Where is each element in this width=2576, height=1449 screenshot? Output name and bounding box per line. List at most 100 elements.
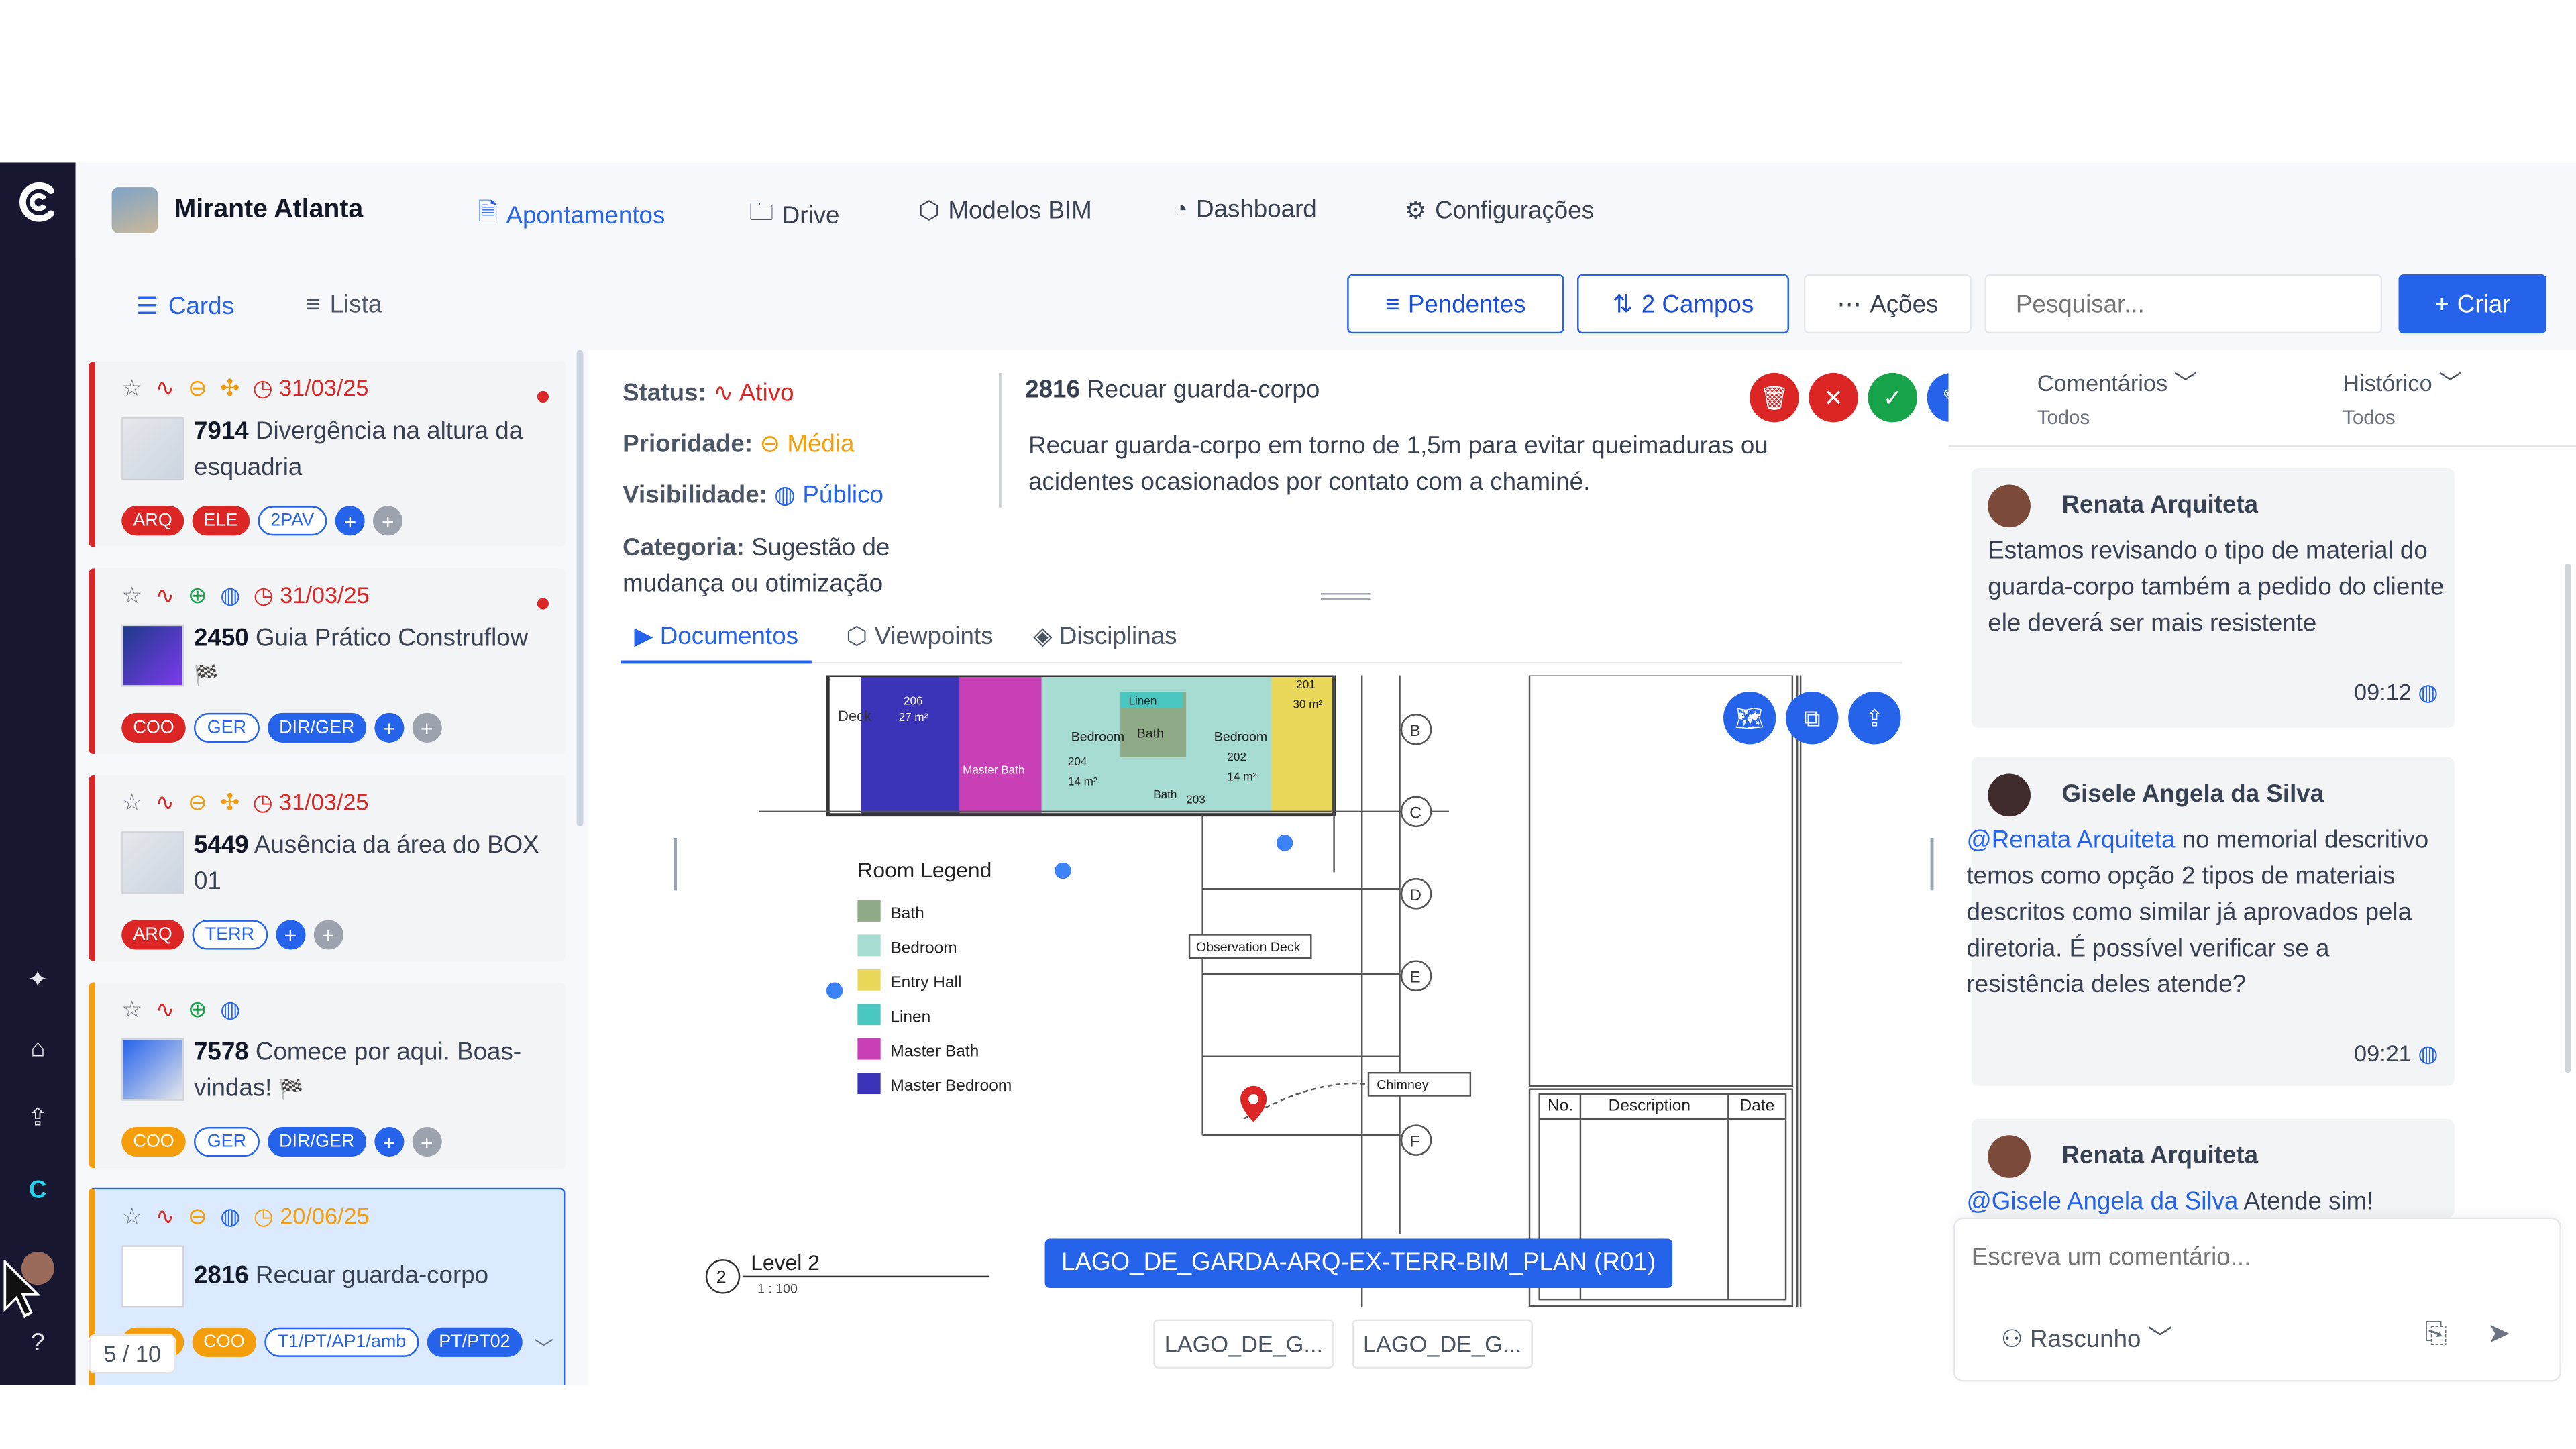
list-item[interactable]: ☆ ∿ ⊖ ✣ ◷ 31/03/25 7914 Divergência na altur… bbox=[89, 361, 566, 547]
comment-mention[interactable]: @Renata Arquiteta bbox=[1966, 826, 2175, 855]
criar-label: Criar bbox=[2457, 290, 2511, 318]
approve-button[interactable]: ✓ bbox=[1868, 372, 1917, 423]
sparkle-icon[interactable]: ✦ bbox=[21, 963, 54, 996]
card-thumbnail bbox=[121, 624, 184, 687]
tag[interactable]: COO bbox=[192, 1327, 256, 1357]
viewer-map-button[interactable]: 🗺 bbox=[1723, 692, 1776, 745]
viewer-upload-button[interactable]: ⇪ bbox=[1848, 692, 1901, 745]
list-item[interactable]: ☆ ∿ ⊕ ◍ 7578 Comece por aqui. Boas-vindas! … bbox=[89, 982, 566, 1169]
panel-splitter-left[interactable] bbox=[674, 837, 677, 891]
globe-icon: ◍ bbox=[2418, 1040, 2438, 1067]
campos-button[interactable]: ⇅ 2 Campos bbox=[1577, 274, 1789, 334]
upload-icon[interactable]: ⇪ bbox=[21, 1101, 54, 1134]
star-icon[interactable]: ☆ bbox=[121, 582, 142, 610]
tab-configuracoes[interactable]: ⚙ Configurações bbox=[1405, 195, 1594, 225]
comments-filter[interactable]: Comentários ﹀ bbox=[2037, 366, 2197, 399]
reject-button[interactable]: ✕ bbox=[1809, 372, 1858, 423]
tab-disciplinas[interactable]: ◈ Disciplinas bbox=[1033, 621, 1177, 651]
tag[interactable]: 2PAV bbox=[257, 506, 327, 536]
view-list-label: Lista bbox=[329, 290, 382, 319]
acoes-button[interactable]: ⋯ Ações bbox=[1804, 274, 1972, 334]
due-date-text: 20/06/25 bbox=[280, 1202, 370, 1229]
add-user-button[interactable]: + bbox=[412, 1127, 442, 1157]
globe-icon: ◍ bbox=[220, 996, 241, 1022]
tag[interactable]: COO bbox=[121, 1127, 186, 1157]
checkered-flag-icon: 🏁 bbox=[278, 1077, 304, 1101]
comment-author: Renata Arquiteta bbox=[2061, 1142, 2259, 1170]
add-tag-button[interactable]: + bbox=[335, 506, 366, 536]
tab-apontamentos[interactable]: 🗎 Apontamentos bbox=[478, 195, 665, 236]
add-user-button[interactable]: + bbox=[412, 712, 442, 743]
star-icon[interactable]: ☆ bbox=[121, 1203, 142, 1231]
help-marker-icon[interactable] bbox=[1055, 862, 1071, 879]
history-filter[interactable]: Histórico ﹀ bbox=[2343, 366, 2461, 399]
document-tab[interactable]: LAGO_DE_G... bbox=[1352, 1319, 1533, 1369]
tab-drive[interactable]: 🗀 Drive bbox=[749, 195, 840, 236]
level-number: 2 bbox=[716, 1267, 727, 1287]
help-icon[interactable]: ? bbox=[21, 1326, 54, 1358]
viewer-copy-button[interactable]: ⧉ bbox=[1786, 692, 1839, 745]
globe-icon: ◍ bbox=[220, 581, 241, 608]
chart-icon: ◔ bbox=[1173, 195, 1188, 224]
list-item[interactable]: ☆ ∿ ⊖ ✣ ◷ 31/03/25 5449 Ausência da área do … bbox=[89, 775, 566, 961]
deck-label: Deck bbox=[838, 708, 872, 724]
tag[interactable]: DIR/GER bbox=[267, 712, 366, 743]
add-tag-button[interactable]: + bbox=[275, 920, 306, 950]
pendentes-button[interactable]: ≡ Pendentes bbox=[1347, 274, 1564, 334]
unread-dot bbox=[537, 390, 549, 403]
attach-icon[interactable]: ⎘ bbox=[2425, 1318, 2447, 1350]
tab-viewpoints[interactable]: ⬡ Viewpoints bbox=[846, 621, 993, 651]
brand-icon[interactable]: C bbox=[21, 1173, 54, 1206]
tag[interactable]: COO bbox=[121, 712, 186, 743]
tab-modelos-bim[interactable]: ⬡ Modelos BIM bbox=[918, 195, 1092, 225]
legend-item-bath: Bath bbox=[890, 904, 924, 922]
delete-button[interactable]: 🗑 bbox=[1750, 372, 1799, 423]
view-cards[interactable]: ☰ Cards bbox=[136, 290, 234, 321]
criar-button[interactable]: + Criar bbox=[2398, 274, 2546, 334]
add-tag-button[interactable]: + bbox=[374, 1127, 404, 1157]
tag[interactable]: PT/PT02 bbox=[427, 1327, 522, 1357]
app-logo-icon[interactable] bbox=[15, 179, 61, 225]
help-marker-icon[interactable] bbox=[826, 982, 843, 999]
star-icon[interactable]: ☆ bbox=[121, 374, 142, 402]
tag[interactable]: ARQ bbox=[121, 920, 184, 950]
send-icon[interactable]: ➤ bbox=[2487, 1318, 2511, 1350]
add-tag-button[interactable]: + bbox=[374, 712, 404, 743]
home-icon[interactable]: ⌂ bbox=[21, 1032, 54, 1065]
expand-chevron-icon[interactable]: ﹀ bbox=[534, 1334, 553, 1362]
tab-documentos[interactable]: ▶ Documentos bbox=[621, 621, 812, 664]
star-icon[interactable]: ☆ bbox=[121, 996, 142, 1024]
add-user-button[interactable]: + bbox=[373, 506, 403, 536]
comment-mention[interactable]: @Gisele Angela da Silva bbox=[1966, 1188, 2238, 1216]
tag[interactable]: ARQ bbox=[121, 506, 184, 536]
panel-splitter-right[interactable] bbox=[1930, 837, 1934, 891]
list-item[interactable]: ☆ ∿ ⊕ ◍ ◷ 31/03/25 2450 Guia Prático Constru… bbox=[89, 568, 566, 755]
tag[interactable]: TERR bbox=[192, 920, 268, 950]
document-viewer[interactable]: Deck Bedroom Bedroom Bath Linen Master B… bbox=[627, 675, 1909, 1308]
add-user-button[interactable]: + bbox=[313, 920, 343, 950]
view-list[interactable]: ≡ Lista bbox=[306, 290, 382, 319]
tag[interactable]: GER bbox=[194, 712, 260, 743]
comment-input[interactable] bbox=[1971, 1235, 2546, 1279]
project-name[interactable]: Mirante Atlanta bbox=[174, 195, 364, 225]
card-id: 2816 bbox=[193, 1261, 249, 1290]
star-icon[interactable]: ☆ bbox=[121, 789, 142, 817]
visibility-value[interactable]: ◍ Público bbox=[774, 482, 883, 510]
help-marker-icon[interactable] bbox=[1276, 835, 1293, 851]
tab-dashboard[interactable]: ◔ Dashboard bbox=[1173, 195, 1317, 223]
view-cards-label: Cards bbox=[168, 291, 234, 320]
tag[interactable]: GER bbox=[194, 1127, 260, 1157]
left-rail: ✦ ⌂ ⇪ C ? bbox=[0, 162, 76, 1385]
card-list-scrollbar[interactable] bbox=[576, 350, 584, 826]
priority-value[interactable]: ⊖ Média bbox=[759, 431, 854, 459]
comments-scrollbar[interactable] bbox=[2564, 564, 2571, 1073]
due-date-text: 31/03/25 bbox=[280, 581, 370, 608]
tag[interactable]: DIR/GER bbox=[267, 1127, 366, 1157]
draft-selector[interactable]: ⚇ Rascunho ﹀ bbox=[2001, 1321, 2173, 1355]
document-tab[interactable]: LAGO_DE_G... bbox=[1153, 1319, 1334, 1369]
status-value[interactable]: ∿ Ativo bbox=[713, 380, 794, 408]
tag[interactable]: T1/PT/AP1/amb bbox=[264, 1327, 419, 1357]
tag[interactable]: ELE bbox=[192, 506, 250, 536]
search-input[interactable] bbox=[1984, 274, 2383, 334]
resize-handle[interactable] bbox=[1320, 593, 1371, 600]
